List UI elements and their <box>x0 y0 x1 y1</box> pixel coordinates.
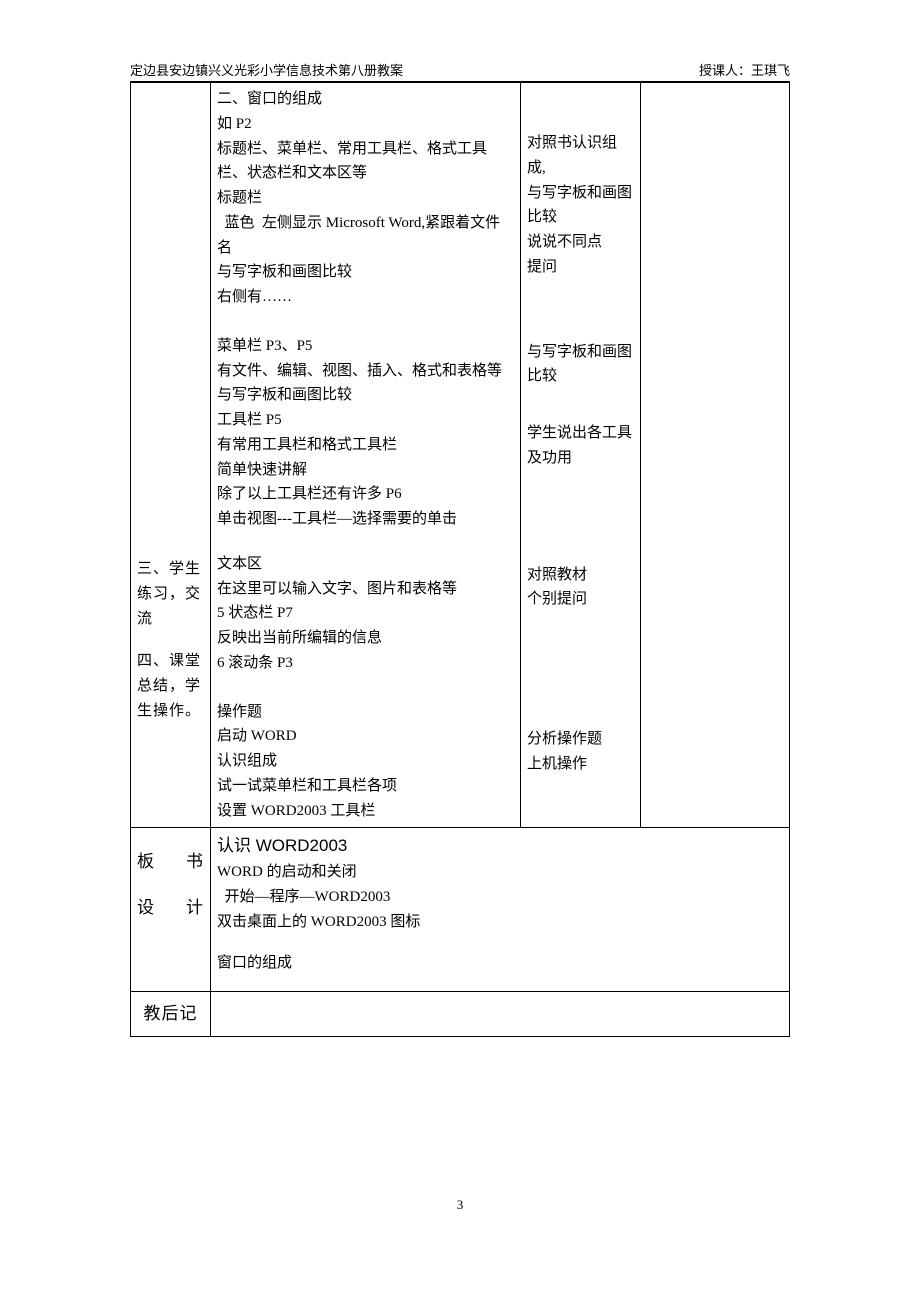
text-line: 操作题 <box>217 700 514 725</box>
text-line: 窗口的组成 <box>217 951 783 976</box>
text-line: 对照书认识组成, <box>527 131 634 181</box>
teacher-activity-cell: 二、窗口的组成 如 P2 标题栏、菜单栏、常用工具栏、格式工具栏、状态栏和文本区… <box>211 83 521 828</box>
board-title: 认识 WORD2003 <box>217 832 783 860</box>
block-menu-toolbar: 菜单栏 P3、P5 有文件、编辑、视图、插入、格式和表格等 与写字板和画图比较 … <box>217 334 514 532</box>
label-char: 板 <box>137 848 155 876</box>
text-line: 如 P2 <box>217 112 514 137</box>
text-line: 6 滚动条 P3 <box>217 651 514 676</box>
text-line: 与写字板和画图比较 <box>217 260 514 285</box>
block-text-area: 文本区 在这里可以输入文字、图片和表格等 5 状态栏 P7 反映出当前所编辑的信… <box>217 552 514 676</box>
block-exercise: 操作题 启动 WORD 认识组成 试一试菜单栏和工具栏各项 设置 WORD200… <box>217 700 514 824</box>
text-line: 设置 WORD2003 工具栏 <box>217 799 514 824</box>
text-line: 二、窗口的组成 <box>217 87 514 112</box>
content-row: 三、学生练习，交流 四、课堂总结，学生操作。 二、窗口的组成 如 P2 标题栏、… <box>131 83 790 828</box>
board-design-content-cell: 认识 WORD2003 WORD 的启动和关闭 开始—程序—WORD2003 双… <box>211 828 790 992</box>
post-notes-row: 教后记 <box>131 992 790 1037</box>
text-line: 启动 WORD <box>217 724 514 749</box>
student-block-3: 对照教材 个别提问 <box>527 563 634 613</box>
text-line: 有文件、编辑、视图、插入、格式和表格等 <box>217 359 514 384</box>
remark-cell <box>641 83 790 828</box>
board-design-label-cell: 板 书 设 计 <box>131 828 211 992</box>
text-line: 右侧有…… <box>217 285 514 310</box>
student-block-2: 与写字板和画图比较 学生说出各工具及功用 <box>527 340 634 471</box>
label-char: 计 <box>186 894 204 922</box>
text-line: 在这里可以输入文字、图片和表格等 <box>217 577 514 602</box>
header-left: 定边县安边镇兴义光彩小学信息技术第八册教案 <box>130 60 403 79</box>
text-line: 试一试菜单栏和工具栏各项 <box>217 774 514 799</box>
text-line: 工具栏 P5 <box>217 408 514 433</box>
text-line: 分析操作题 <box>527 727 634 752</box>
text-line: 除了以上工具栏还有许多 P6 <box>217 482 514 507</box>
text-line: 简单快速讲解 <box>217 458 514 483</box>
document-page: 定边县安边镇兴义光彩小学信息技术第八册教案 授课人：王琪飞 三、学生练习，交流 … <box>0 0 920 1253</box>
text-line: 有常用工具栏和格式工具栏 <box>217 433 514 458</box>
text-line: 对照教材 <box>527 563 634 588</box>
text-line: 个别提问 <box>527 587 634 612</box>
student-block-4: 分析操作题 上机操作 <box>527 727 634 777</box>
text-line: 蓝色 左侧显示 Microsoft Word,紧跟着文件名 <box>217 211 514 261</box>
student-activity-cell: 对照书认识组成, 与写字板和画图比较 说说不同点 提问 与写字板和画图比较 学生… <box>521 83 641 828</box>
label-line-1: 板 书 <box>137 848 204 876</box>
text-line: 与写字板和画图比较 <box>527 340 634 390</box>
text-line: 学生说出各工具及功用 <box>527 421 634 471</box>
text-line: 单击视图---工具栏—选择需要的单击 <box>217 507 514 532</box>
text-line: 说说不同点 <box>527 230 634 255</box>
text-line: 标题栏、菜单栏、常用工具栏、格式工具栏、状态栏和文本区等 <box>217 137 514 187</box>
stage-3-label: 三、学生练习，交流 <box>137 557 204 631</box>
text-line: 与写字板和画图比较 <box>217 383 514 408</box>
text-line: 与写字板和画图比较 <box>527 181 634 231</box>
text-line: 双击桌面上的 WORD2003 图标 <box>217 910 783 935</box>
board-design-row: 板 书 设 计 认识 WORD2003 WORD 的启动和关闭 开始—程序—WO… <box>131 828 790 992</box>
label-char: 书 <box>186 848 204 876</box>
text-line: 5 状态栏 P7 <box>217 601 514 626</box>
text-line: 开始—程序—WORD2003 <box>217 885 783 910</box>
text-line: 认识组成 <box>217 749 514 774</box>
text-line: WORD 的启动和关闭 <box>217 860 783 885</box>
student-block-1: 对照书认识组成, 与写字板和画图比较 说说不同点 提问 <box>527 131 634 280</box>
page-number: 3 <box>130 1197 790 1213</box>
label-line-2: 设 计 <box>137 894 204 922</box>
text-line: 反映出当前所编辑的信息 <box>217 626 514 651</box>
page-header: 定边县安边镇兴义光彩小学信息技术第八册教案 授课人：王琪飞 <box>130 60 790 82</box>
post-notes-label: 教后记 <box>144 1004 198 1023</box>
header-right: 授课人：王琪飞 <box>699 60 790 79</box>
text-line: 文本区 <box>217 552 514 577</box>
text-line: 提问 <box>527 255 634 280</box>
post-notes-content-cell <box>211 992 790 1037</box>
stage-cell: 三、学生练习，交流 四、课堂总结，学生操作。 <box>131 83 211 828</box>
lesson-plan-table: 三、学生练习，交流 四、课堂总结，学生操作。 二、窗口的组成 如 P2 标题栏、… <box>130 82 790 1037</box>
label-char: 设 <box>137 894 155 922</box>
post-notes-label-cell: 教后记 <box>131 992 211 1037</box>
block-window-composition: 二、窗口的组成 如 P2 标题栏、菜单栏、常用工具栏、格式工具栏、状态栏和文本区… <box>217 87 514 310</box>
stage-4-label: 四、课堂总结，学生操作。 <box>137 649 204 723</box>
text-line: 标题栏 <box>217 186 514 211</box>
text-line: 上机操作 <box>527 752 634 777</box>
text-line: 菜单栏 P3、P5 <box>217 334 514 359</box>
